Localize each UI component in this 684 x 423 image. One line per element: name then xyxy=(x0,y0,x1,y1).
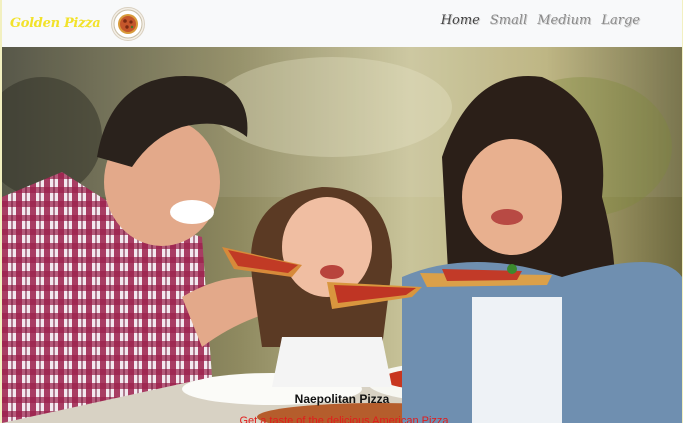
nav-links: Home Small Medium Large xyxy=(441,13,640,28)
pizza-logo-icon[interactable] xyxy=(111,6,146,41)
nav-link-small[interactable]: Small xyxy=(490,13,527,28)
nav-link-medium[interactable]: Medium xyxy=(537,13,591,28)
nav-link-large[interactable]: Large xyxy=(601,13,640,28)
nav-link-home[interactable]: Home xyxy=(441,13,480,28)
carousel-caption-subtitle: Get a taste of the delicious American Pi… xyxy=(239,415,449,423)
navbar: Golden Pizza Home Small Medium Large xyxy=(2,0,682,47)
carousel-caption-title: Naepolitan Pizza xyxy=(294,392,390,406)
hero-carousel: Naepolitan Pizza Get a taste of the deli… xyxy=(2,47,682,423)
hero-image xyxy=(2,47,682,423)
brand-name[interactable]: Golden Pizza xyxy=(10,16,101,31)
